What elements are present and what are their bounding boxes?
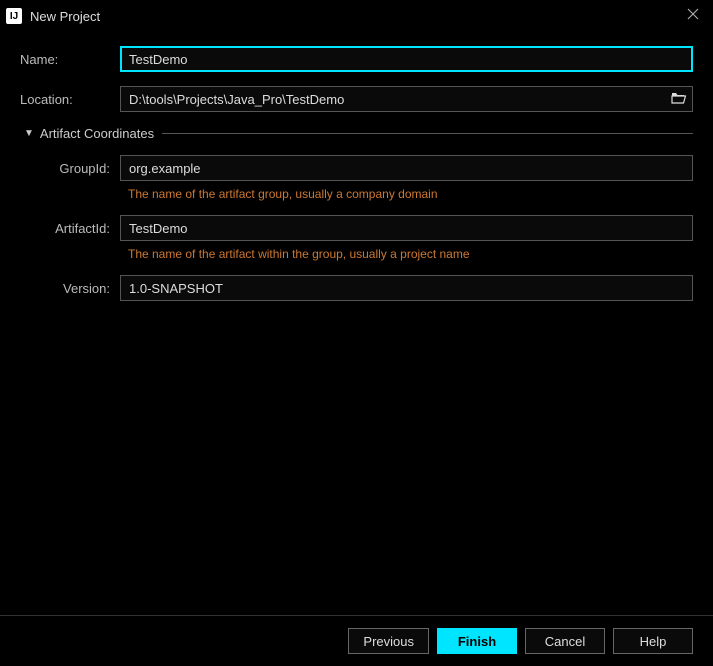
artifact-coordinates-toggle[interactable]: ▼ Artifact Coordinates — [20, 126, 693, 141]
close-icon[interactable] — [683, 7, 703, 25]
artifact-section-title: Artifact Coordinates — [40, 126, 154, 141]
name-label: Name: — [20, 52, 120, 67]
location-input[interactable] — [120, 86, 693, 112]
groupid-label: GroupId: — [20, 161, 120, 176]
button-bar: Previous Finish Cancel Help — [0, 615, 713, 666]
app-icon: IJ — [6, 8, 22, 24]
artifactid-input[interactable] — [120, 215, 693, 241]
version-label: Version: — [20, 281, 120, 296]
section-divider — [162, 133, 693, 134]
artifactid-label: ArtifactId: — [20, 221, 120, 236]
version-input[interactable] — [120, 275, 693, 301]
titlebar: IJ New Project — [0, 0, 713, 32]
cancel-button[interactable]: Cancel — [525, 628, 605, 654]
name-input[interactable] — [120, 46, 693, 72]
groupid-hint: The name of the artifact group, usually … — [120, 185, 438, 201]
groupid-input[interactable] — [120, 155, 693, 181]
artifactid-hint: The name of the artifact within the grou… — [120, 245, 470, 261]
window-title: New Project — [30, 9, 683, 24]
finish-button[interactable]: Finish — [437, 628, 517, 654]
chevron-down-icon: ▼ — [24, 128, 34, 139]
location-label: Location: — [20, 92, 120, 107]
content-area: Name: Location: ▼ Artifact Coordinates G… — [0, 32, 713, 615]
previous-button[interactable]: Previous — [348, 628, 429, 654]
help-button[interactable]: Help — [613, 628, 693, 654]
